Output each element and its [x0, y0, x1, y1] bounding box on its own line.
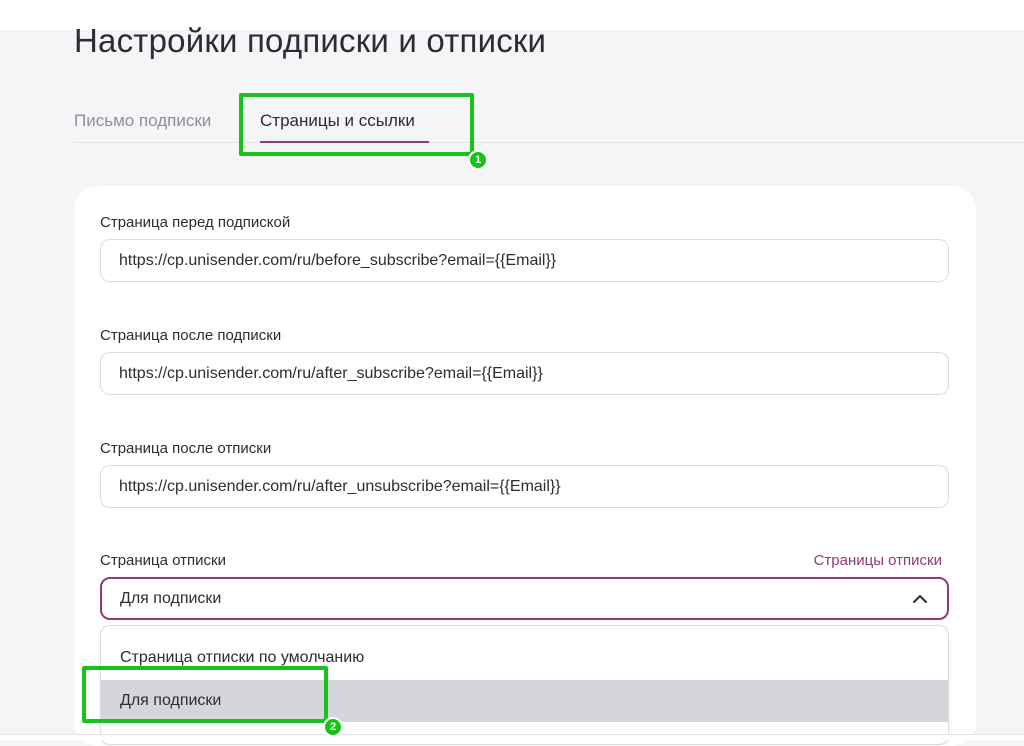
unsubscribe-page-label: Страница отписки	[100, 552, 226, 569]
after-subscribe-label: Страница после подписки	[100, 327, 282, 344]
bottom-divider	[0, 734, 1024, 740]
highlight-badge-1: 1	[468, 150, 488, 170]
highlight-box-1	[239, 93, 474, 156]
after-subscribe-input[interactable]: https://cp.unisender.com/ru/after_subscr…	[100, 352, 949, 395]
tab-subscription-letter[interactable]: Письмо подписки	[74, 111, 211, 131]
unsubscribe-pages-link[interactable]: Страницы отписки	[814, 552, 942, 569]
after-unsubscribe-input[interactable]: https://cp.unisender.com/ru/after_unsubs…	[100, 465, 949, 508]
chevron-up-icon[interactable]	[911, 590, 929, 608]
tabs-divider	[74, 142, 1024, 143]
unsubscribe-page-select[interactable]: Для подписки	[100, 577, 949, 620]
unsubscribe-page-selected-value: Для подписки	[120, 589, 222, 607]
page-title: Настройки подписки и отписки	[74, 22, 547, 59]
after-unsubscribe-label: Страница после отписки	[100, 440, 272, 457]
highlight-badge-2: 2	[323, 717, 343, 737]
before-subscribe-label: Страница перед подпиской	[100, 214, 291, 231]
before-subscribe-input[interactable]: https://cp.unisender.com/ru/before_subsc…	[100, 239, 949, 282]
highlight-box-2	[82, 666, 328, 723]
